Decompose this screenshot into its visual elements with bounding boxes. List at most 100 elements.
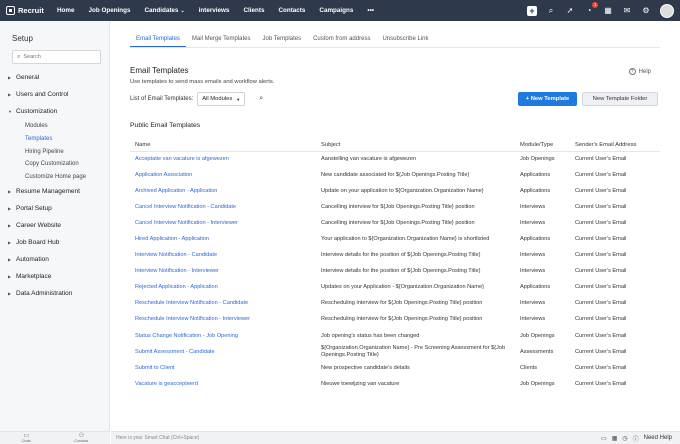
sidebar-search[interactable]: ⌕ — [12, 50, 101, 64]
footer-actions: ▭ ▦ ◷ ⓘ Need Help — [601, 432, 672, 444]
tab-email-templates[interactable]: Email Templates — [130, 31, 186, 47]
template-name-link[interactable]: Status Change Notification - Job Opening — [130, 328, 316, 344]
table-row[interactable]: Hired Application - Application Your appl… — [130, 231, 660, 247]
nav-item-job-openings[interactable]: Job Openings — [82, 0, 138, 21]
template-name-link[interactable]: Rejected Application - Application — [130, 280, 316, 296]
tab-custom-from-address[interactable]: Custom from address — [307, 31, 376, 47]
sidebar-item-general[interactable]: ▶ General — [0, 69, 110, 86]
clock-icon[interactable]: ◷ — [622, 435, 627, 442]
table-row[interactable]: Archived Application - Application Update… — [130, 183, 660, 199]
tab-mail-merge-templates[interactable]: Mail Merge Templates — [186, 31, 257, 47]
template-name-link[interactable]: Cancel Interview Notification - Intervie… — [130, 215, 316, 231]
sidebar-item-users-and-control[interactable]: ▶ Users and Control — [0, 86, 110, 103]
sidebar-bottom-label: Chats — [21, 439, 31, 443]
calendar-icon[interactable]: ▦ — [603, 6, 613, 16]
rocket-icon[interactable]: ➚ — [565, 6, 575, 16]
sidebar-subitem-customize-home-page[interactable]: Customize Home page — [0, 171, 110, 184]
search-icon[interactable]: ⌕ — [259, 95, 263, 103]
help-link[interactable]: ? Help — [628, 68, 651, 75]
table-row[interactable]: Submit Assessment - Candidate ${Organizat… — [130, 344, 660, 360]
sidebar-subitem-modules[interactable]: Modules — [0, 120, 110, 133]
bell-icon[interactable]: ◔ 1 — [584, 1, 598, 16]
triangle-right-icon: ▶ — [8, 223, 12, 229]
need-help-button[interactable]: Need Help — [644, 435, 672, 441]
table-row[interactable]: Submit to Client New prospective candidat… — [130, 360, 660, 376]
table-row[interactable]: Rejected Application - Application Update… — [130, 280, 660, 296]
sidebar-bottom-chats[interactable]: ▭ Chats — [22, 433, 31, 443]
search-icon[interactable]: ⌕ — [546, 6, 556, 16]
sidebar-item-automation[interactable]: ▶ Automation — [0, 251, 110, 268]
table-row[interactable]: Interview Notification - Candidate Interv… — [130, 248, 660, 264]
new-template-button[interactable]: + New Template — [518, 92, 577, 106]
mail-icon[interactable]: ✉ — [622, 6, 632, 16]
table-row[interactable]: Acceptatie van vacature is afgewezen Aans… — [130, 151, 660, 167]
page-title: Email Templates — [130, 66, 189, 75]
smart-chat-input[interactable]: Here is your Smart Chat (Ctrl+Space) — [111, 435, 199, 441]
tab-unsubscribe-link[interactable]: Unsubscribe Link — [376, 31, 434, 47]
template-name-link[interactable]: Submit to Client — [130, 360, 316, 376]
template-sender: Current User's Email — [575, 268, 627, 275]
sidebar-item-marketplace[interactable]: ▶ Marketplace — [0, 268, 110, 285]
sidebar-bottom-contacts[interactable]: ⚇ Contacts — [74, 433, 88, 443]
app-logo[interactable]: Recruit — [0, 6, 50, 15]
template-name-link[interactable]: Acceptatie van vacature is afgewezen — [130, 151, 316, 167]
table-row[interactable]: Cancel Interview Notification - Intervie… — [130, 215, 660, 231]
calendar-icon[interactable]: ▦ — [612, 435, 618, 442]
template-sender: Current User's Email — [575, 284, 627, 291]
nav-item-campaigns[interactable]: Campaigns — [312, 0, 360, 21]
template-name-link[interactable]: Application Association — [130, 167, 316, 183]
nav-item-contacts[interactable]: Contacts — [271, 0, 312, 21]
setup-sidebar: Setup ⌕ ▶ General ▶ Users and Control ▼ Custo… — [0, 21, 110, 431]
nav-item-candidates[interactable]: Candidates ⌄ — [137, 0, 191, 21]
module-filter-select[interactable]: All Modules ▼ — [197, 92, 246, 106]
tab-job-templates[interactable]: Job Templates — [257, 31, 308, 47]
template-sender: Current User's Email — [575, 316, 627, 323]
column-header-sender-s-email-address[interactable]: Sender's Email Address — [570, 139, 660, 152]
table-row[interactable]: Reschedule Interview Notification - Inte… — [130, 312, 660, 328]
nav-item-interviews[interactable]: interviews — [192, 0, 237, 21]
help-icon[interactable]: ⓘ — [633, 434, 639, 443]
template-name-link[interactable]: Cancel Interview Notification - Candidat… — [130, 199, 316, 215]
gear-icon[interactable]: ⚙ — [641, 6, 651, 16]
nav-item-clients[interactable]: Clients — [236, 0, 271, 21]
table-row[interactable]: Interview Notification - Interviewer Inte… — [130, 264, 660, 280]
template-name-link[interactable]: Vacature is geaccepteerd — [130, 376, 316, 392]
sidebar-subitem-hiring-pipeline[interactable]: Hiring Pipeline — [0, 145, 110, 158]
template-subject: New candidate associated for ${Job Openi… — [321, 171, 470, 178]
template-sender: Current User's Email — [575, 187, 627, 194]
sidebar-item-job-board-hub[interactable]: ▶ Job Board Hub — [0, 234, 110, 251]
sidebar-item-data-administration[interactable]: ▶ Data Administration — [0, 285, 110, 302]
sidebar-search-input[interactable] — [23, 54, 94, 60]
sidebar-item-resume-management[interactable]: ▶ Resume Management — [0, 183, 110, 200]
column-header-subject[interactable]: Subject — [316, 139, 515, 152]
nav-item-more[interactable]: ••• — [360, 0, 381, 21]
avatar[interactable] — [660, 3, 674, 18]
template-subject: Updates on your Application - ${Organiza… — [321, 284, 484, 291]
table-row[interactable]: Vacature is geaccepteerd Nieuwe toewijzin… — [130, 376, 660, 392]
table-row[interactable]: Cancel Interview Notification - Candidat… — [130, 199, 660, 215]
template-name-link[interactable]: Reschedule Interview Notification - Inte… — [130, 312, 316, 328]
template-sender: Current User's Email — [575, 364, 627, 371]
template-name-link[interactable]: Interview Notification - Candidate — [130, 248, 316, 264]
sidebar-item-portal-setup[interactable]: ▶ Portal Setup — [0, 200, 110, 217]
template-module: Applications — [520, 187, 551, 194]
column-header-module-type[interactable]: Module/Type — [515, 139, 570, 152]
table-row[interactable]: Reschedule Interview Notification - Cand… — [130, 296, 660, 312]
template-name-link[interactable]: Archived Application - Application — [130, 183, 316, 199]
sidebar-item-career-website[interactable]: ▶ Career Website — [0, 217, 110, 234]
sidebar-item-customization[interactable]: ▼ Customization — [0, 103, 110, 120]
template-name-link[interactable]: Submit Assessment - Candidate — [130, 344, 316, 360]
new-template-folder-button[interactable]: New Template Folder — [582, 92, 658, 106]
plus-icon[interactable]: + — [527, 5, 537, 16]
template-name-link[interactable]: Hired Application - Application — [130, 231, 316, 247]
template-name-link[interactable]: Reschedule Interview Notification - Cand… — [130, 296, 316, 312]
table-row[interactable]: Application Association New candidate ass… — [130, 167, 660, 183]
sidebar-item-label: Automation — [16, 256, 49, 264]
template-name-link[interactable]: Interview Notification - Interviewer — [130, 264, 316, 280]
table-row[interactable]: Status Change Notification - Job Opening… — [130, 328, 660, 344]
nav-item-home[interactable]: Home — [50, 0, 82, 21]
column-header-name[interactable]: Name — [130, 139, 316, 152]
sidebar-subitem-copy-customization[interactable]: Copy Customization — [0, 158, 110, 171]
chat-icon[interactable]: ▭ — [601, 435, 607, 442]
sidebar-subitem-templates[interactable]: Templates — [0, 133, 110, 146]
